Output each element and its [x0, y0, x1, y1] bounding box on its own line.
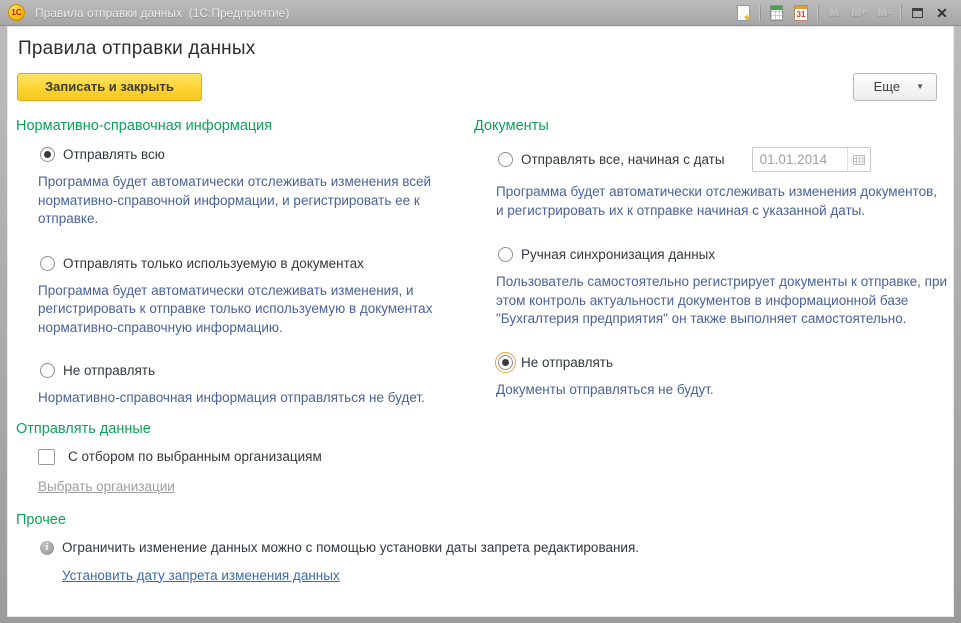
radio-icon [498, 247, 513, 262]
nsi-only-used-description: Программа будет автоматически отслеживат… [38, 282, 470, 338]
page-star-icon [737, 5, 750, 21]
chevron-down-icon: ▼ [916, 82, 924, 91]
memory-minus-button: M- [875, 3, 893, 23]
section-send-data: Отправлять данные С отбором по выбранным… [7, 421, 954, 496]
section-header-documents: Документы [474, 118, 954, 134]
radio-nsi-send-all[interactable]: Отправлять всю [40, 147, 474, 162]
save-and-close-button[interactable]: Записать и закрыть [17, 73, 202, 101]
titlebar-separator [817, 5, 818, 21]
start-date-input[interactable] [753, 148, 847, 171]
titlebar-separator [900, 5, 901, 21]
section-documents: Документы Отправлять все, начиная с даты… [474, 118, 954, 408]
maximize-button[interactable] [908, 3, 926, 23]
checkbox-icon [38, 449, 55, 465]
radio-icon [498, 355, 513, 370]
radio-label: Не отправлять [63, 363, 155, 378]
page-title: Правила отправки данных [7, 26, 954, 60]
more-button-label: Еще [874, 79, 900, 94]
radio-icon [40, 363, 55, 378]
maximize-icon [912, 8, 923, 18]
radio-label: Отправлять только используемую в докумен… [63, 256, 364, 271]
calculator-icon [770, 5, 783, 21]
docs-dont-send-description: Документы отправляться не будут. [496, 381, 948, 400]
calculator-button[interactable] [767, 3, 785, 23]
section-header-send-data: Отправлять данные [16, 421, 954, 437]
checkbox-label: С отбором по выбранным организациям [68, 449, 322, 464]
close-button[interactable]: ✕ [933, 3, 951, 23]
radio-docs-send-from-date[interactable]: Отправлять все, начиная с даты [498, 147, 954, 172]
window-title: Правила отправки данных (1С:Предприятие) [35, 6, 289, 20]
section-header-other: Прочее [16, 512, 954, 528]
1c-logo-icon: 1С [8, 4, 25, 21]
more-button[interactable]: Еще ▼ [853, 73, 937, 101]
nsi-dont-send-description: Нормативно-справочная информация отправл… [38, 389, 470, 408]
radio-label: Не отправлять [521, 355, 613, 370]
date-picker-button[interactable] [847, 148, 870, 171]
radio-nsi-dont-send[interactable]: Не отправлять [40, 363, 474, 378]
checkbox-filter-by-organizations[interactable]: С отбором по выбранным организациям [38, 449, 954, 465]
select-organizations-link[interactable]: Выбрать организации [38, 479, 175, 494]
calendar-button[interactable]: 31 [792, 3, 810, 23]
radio-label: Отправлять все, начиная с даты [521, 152, 725, 167]
radio-icon [498, 152, 513, 167]
titlebar: 1С Правила отправки данных (1С:Предприят… [0, 0, 961, 26]
calendar-icon: 31 [794, 5, 808, 21]
radio-docs-manual-sync[interactable]: Ручная синхронизация данных [498, 247, 954, 262]
radio-label: Отправлять всю [63, 147, 165, 162]
calendar-grid-icon [853, 155, 865, 165]
radio-label: Ручная синхронизация данных [521, 247, 715, 262]
info-row: i Ограничить изменение данных можно с по… [40, 540, 954, 555]
info-icon: i [40, 541, 54, 555]
radio-docs-dont-send[interactable]: Не отправлять [498, 355, 954, 370]
two-column-area: Нормативно-справочная информация Отправл… [7, 101, 954, 408]
titlebar-controls: 31 M M+ M- ✕ [734, 3, 961, 23]
set-restriction-date-link[interactable]: Установить дату запрета изменения данных [62, 568, 340, 583]
nsi-send-all-description: Программа будет автоматически отслеживат… [38, 173, 470, 229]
titlebar-separator [759, 5, 760, 21]
start-date-field [752, 147, 871, 172]
memory-recall-button: M [825, 3, 843, 23]
app-window: 1С Правила отправки данных (1С:Предприят… [0, 0, 961, 623]
restriction-info-text: Ограничить изменение данных можно с помо… [62, 540, 639, 555]
favorites-button[interactable] [734, 3, 752, 23]
section-header-nsi: Нормативно-справочная информация [16, 118, 474, 134]
docs-send-from-date-description: Программа будет автоматически отслеживат… [496, 183, 948, 220]
memory-plus-button: M+ [850, 3, 868, 23]
radio-icon [40, 256, 55, 271]
radio-nsi-only-used[interactable]: Отправлять только используемую в докумен… [40, 256, 474, 271]
form-content: Правила отправки данных Записать и закры… [7, 26, 954, 617]
toolbar: Записать и закрыть Еще ▼ [7, 60, 954, 101]
radio-icon [40, 147, 55, 162]
docs-manual-sync-description: Пользователь самостоятельно регистрирует… [496, 273, 948, 329]
section-other: Прочее i Ограничить изменение данных мож… [7, 512, 954, 585]
section-nsi: Нормативно-справочная информация Отправл… [16, 118, 474, 408]
